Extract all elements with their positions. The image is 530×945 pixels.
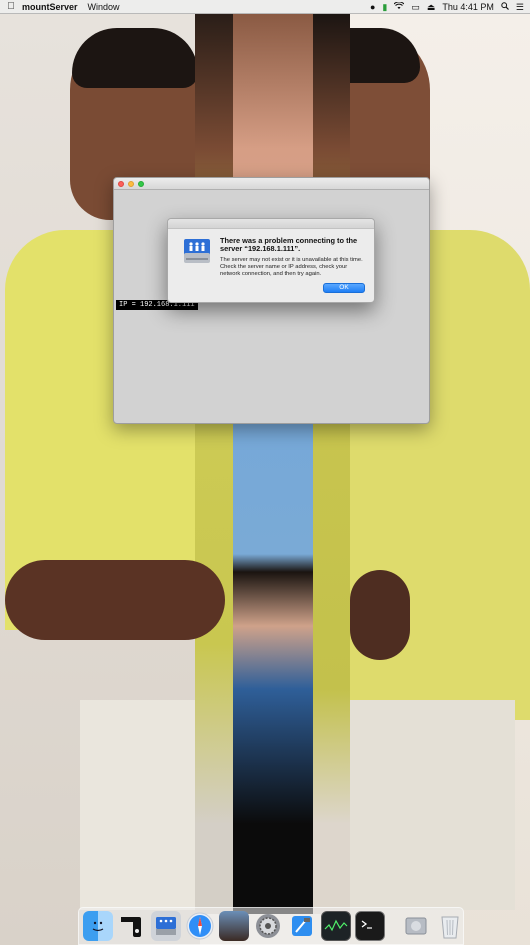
app-menu[interactable]: mountServer [22,2,78,12]
minimize-button[interactable] [128,180,134,187]
creative-cloud-icon[interactable]: ● [370,0,375,14]
wifi-icon[interactable] [394,0,405,14]
trash-icon[interactable] [435,911,465,941]
close-button[interactable] [118,180,124,187]
network-server-icon[interactable] [151,911,181,941]
clock[interactable]: Thu 4:41 PM [442,0,494,14]
window-titlebar[interactable] [114,178,429,190]
usb-drive-icon[interactable] [117,911,147,941]
system-preferences-icon[interactable] [253,911,283,941]
desktop-wallpaper [0,0,530,945]
finder-icon[interactable] [83,911,113,941]
apple-menu-icon[interactable]:  [0,1,22,12]
connection-error-alert: There was a problem connecting to the se… [167,218,375,303]
activity-monitor-icon[interactable] [321,911,351,941]
eject-icon[interactable]: ⏏ [427,0,436,14]
menu-bar:  mountServer Window ● ▮ ▭ ⏏ Thu 4:41 PM… [0,0,530,14]
spotlight-icon[interactable] [501,0,509,14]
airplay-icon[interactable]: ▭ [411,0,420,14]
alert-titlebar [168,219,374,229]
network-server-icon [182,236,212,266]
ok-button[interactable]: OK [323,283,365,293]
alert-title: There was a problem connecting to the se… [220,236,358,254]
xcode-icon[interactable] [287,911,317,941]
dock [78,907,464,945]
disk-utility-icon[interactable] [401,911,431,941]
menu-window[interactable]: Window [88,2,120,12]
activity-icon[interactable]: ▮ [382,0,387,14]
alert-message: The server may not exist or it is unavai… [220,257,363,277]
terminal-icon[interactable] [355,911,385,941]
safari-icon[interactable] [185,911,215,941]
status-area: ● ▮ ▭ ⏏ Thu 4:41 PM ☰ [370,0,530,14]
zoom-button[interactable] [138,180,144,187]
photo-icon[interactable] [219,911,249,941]
notification-center-icon[interactable]: ☰ [516,0,524,14]
